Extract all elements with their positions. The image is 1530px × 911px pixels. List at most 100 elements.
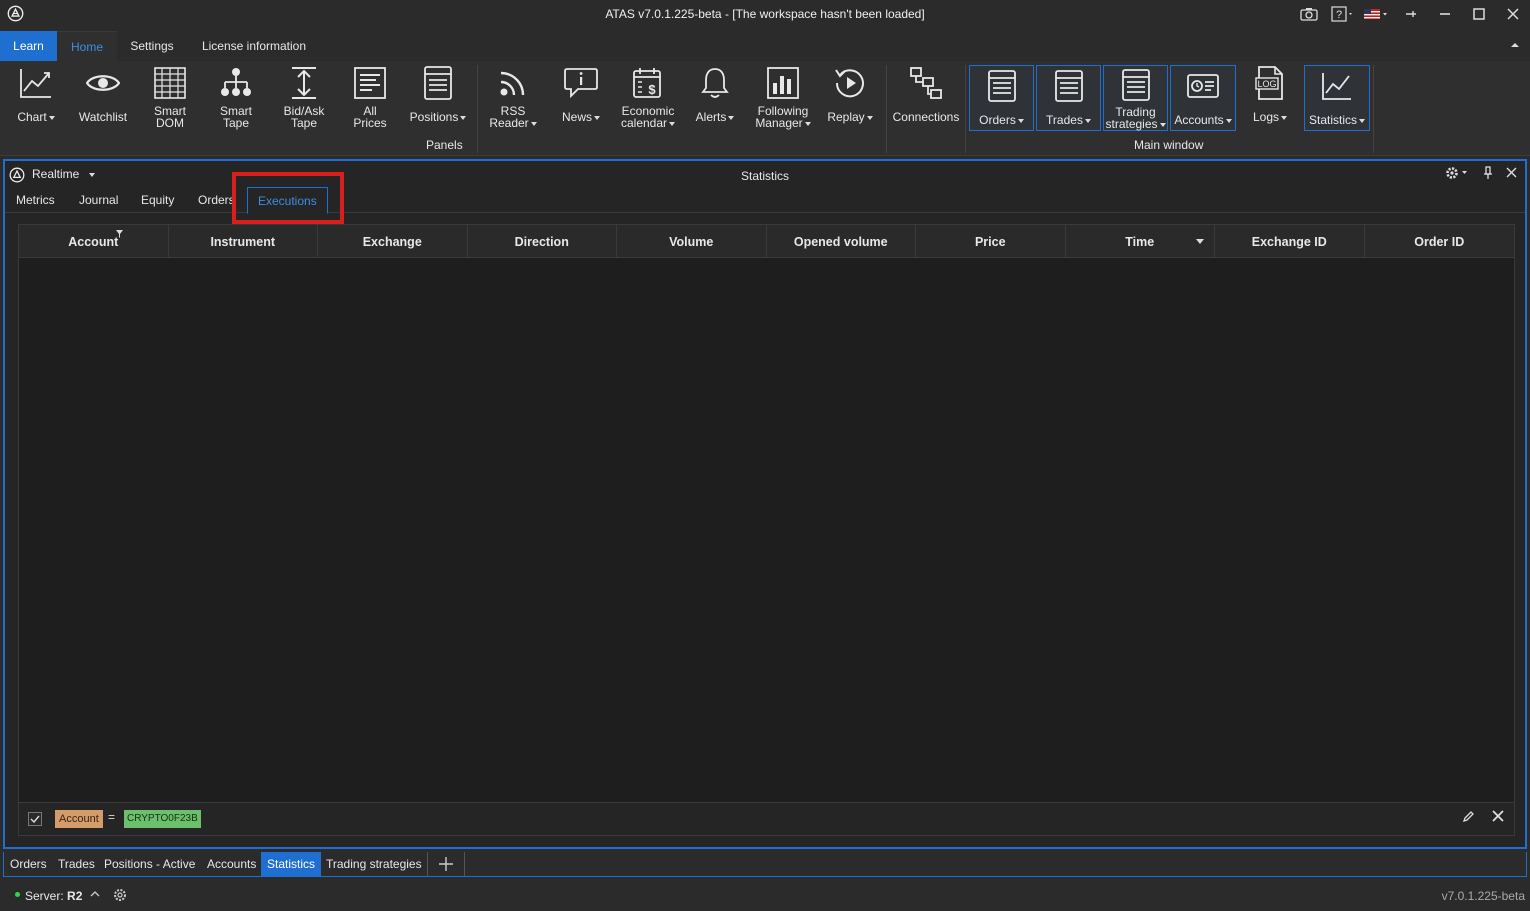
filter-field-chip[interactable]: Account xyxy=(55,810,103,828)
dock-tab-accounts[interactable]: Accounts xyxy=(203,852,260,876)
chart-button[interactable]: Chart xyxy=(10,63,62,131)
ribbon-separator xyxy=(1373,65,1374,153)
chevron-down-icon xyxy=(1159,122,1166,127)
column-opened-volume[interactable]: Opened volume xyxy=(767,225,916,258)
replay-label: Replay xyxy=(827,110,865,124)
logs-button[interactable]: LOG Logs xyxy=(1244,63,1296,131)
chart-icon xyxy=(16,63,56,103)
chevron-down-icon xyxy=(1225,118,1232,123)
accounts-label: Accounts xyxy=(1174,113,1224,127)
pin-window-icon[interactable] xyxy=(1394,0,1428,28)
economic-calendar-button[interactable]: $ Economic calendar xyxy=(616,63,680,131)
column-price[interactable]: Price xyxy=(916,225,1066,258)
watchlist-button[interactable]: Watchlist xyxy=(76,63,130,131)
tab-license-information[interactable]: License information xyxy=(195,31,313,61)
tab-equity[interactable]: Equity xyxy=(141,193,174,207)
following-manager-button[interactable]: Following Manager xyxy=(750,63,816,131)
accounts-button[interactable]: Accounts xyxy=(1170,65,1236,131)
tab-executions[interactable]: Executions xyxy=(247,187,328,214)
tab-home[interactable]: Home xyxy=(57,31,117,61)
trades-button[interactable]: Trades xyxy=(1036,65,1101,131)
chevron-down-icon xyxy=(669,121,676,126)
column-time[interactable]: Time xyxy=(1066,225,1215,258)
dock-tab-orders[interactable]: Orders xyxy=(6,852,51,876)
column-account[interactable]: Account xyxy=(19,225,169,258)
line-chart-icon xyxy=(1317,66,1357,106)
server-value: R2 xyxy=(67,889,83,903)
status-settings-gear-icon[interactable] xyxy=(113,888,127,905)
filter-value-chip[interactable]: CRYPTO0F23B xyxy=(124,810,201,828)
account-card-icon xyxy=(1183,66,1223,106)
rss-reader-button[interactable]: RSS Reader xyxy=(486,63,540,131)
tab-journal[interactable]: Journal xyxy=(79,193,118,207)
statistics-panel: Realtime Statistics Metrics Journal Equi… xyxy=(3,159,1527,849)
edit-filter-icon[interactable] xyxy=(1462,811,1474,826)
minimize-icon[interactable] xyxy=(1428,0,1462,28)
column-order-id[interactable]: Order ID xyxy=(1365,225,1515,258)
plus-icon xyxy=(439,857,453,871)
chevron-up-icon[interactable] xyxy=(90,888,100,900)
connections-button[interactable]: Connections xyxy=(890,63,962,131)
chevron-down-icon xyxy=(1281,115,1288,120)
ribbon-separator xyxy=(477,65,478,153)
add-tab-button[interactable] xyxy=(427,852,465,876)
news-button[interactable]: News xyxy=(556,63,606,131)
svg-text:$: $ xyxy=(648,82,656,97)
filter-enabled-checkbox[interactable] xyxy=(28,812,42,826)
chevron-down-icon xyxy=(594,115,600,120)
clear-filter-icon[interactable] xyxy=(1492,809,1504,826)
column-exchange-id[interactable]: Exchange ID xyxy=(1215,225,1365,258)
dock-tab-statistics[interactable]: Statistics xyxy=(261,852,322,876)
bid-ask-tape-button[interactable]: Bid/Ask Tape xyxy=(278,63,330,131)
column-direction[interactable]: Direction xyxy=(468,225,617,258)
watchlist-label: Watchlist xyxy=(78,110,128,124)
alerts-button[interactable]: Alerts xyxy=(690,63,740,131)
tab-learn[interactable]: Learn xyxy=(0,31,57,61)
smart-tape-button[interactable]: Smart Tape xyxy=(210,63,262,131)
alerts-label: Alerts xyxy=(695,110,727,124)
connection-status-dot-icon xyxy=(15,892,20,897)
maximize-icon[interactable] xyxy=(1462,0,1496,28)
orders-button[interactable]: Orders xyxy=(969,65,1034,131)
network-icon xyxy=(906,63,946,103)
dock-tab-trades[interactable]: Trades xyxy=(54,852,99,876)
connections-label: Connections xyxy=(892,110,960,124)
close-window-icon[interactable] xyxy=(1496,0,1530,28)
dock-tab-trading-strategies[interactable]: Trading strategies xyxy=(322,852,426,876)
filter-bar: Account = CRYPTO0F23B xyxy=(19,802,1514,835)
dock-tab-positions-active[interactable]: Positions - Active xyxy=(100,852,199,876)
trading-strategies-button[interactable]: Trading strategies xyxy=(1103,65,1168,131)
collapse-ribbon-icon[interactable] xyxy=(1510,40,1520,50)
chevron-down-icon xyxy=(48,115,55,120)
column-exchange[interactable]: Exchange xyxy=(318,225,468,258)
column-instrument[interactable]: Instrument xyxy=(169,225,318,258)
settings-gear-icon[interactable] xyxy=(1445,166,1469,183)
server-label: Server: xyxy=(25,889,64,903)
help-icon[interactable]: ? xyxy=(1326,0,1360,28)
server-status[interactable]: Server: R2 xyxy=(25,889,82,903)
column-volume[interactable]: Volume xyxy=(617,225,767,258)
filter-funnel-icon[interactable] xyxy=(116,230,123,240)
rss-label-2: Reader xyxy=(489,116,529,130)
screenshot-icon[interactable] xyxy=(1292,0,1326,28)
ribbon-tab-bar: Learn Home Settings License information xyxy=(0,31,1530,61)
pin-icon[interactable] xyxy=(1483,166,1493,183)
tab-settings[interactable]: Settings xyxy=(120,31,184,61)
close-panel-icon[interactable] xyxy=(1506,166,1517,181)
statistics-button[interactable]: Statistics xyxy=(1304,65,1370,131)
language-flag-icon[interactable] xyxy=(1360,0,1394,28)
chevron-down-icon xyxy=(804,121,811,126)
log-badge-text: LOG xyxy=(1257,79,1276,89)
all-prices-button[interactable]: All Prices xyxy=(344,63,396,131)
chevron-down-icon xyxy=(1084,118,1091,123)
positions-button[interactable]: Positions xyxy=(406,63,470,131)
filter-operator[interactable]: = xyxy=(108,810,115,824)
replay-button[interactable]: Replay xyxy=(824,63,876,131)
tab-orders[interactable]: Orders xyxy=(198,193,235,207)
strategies-label-2: strategies xyxy=(1105,117,1158,131)
smart-dom-button[interactable]: Smart DOM xyxy=(144,63,196,131)
executions-grid: Account Instrument Exchange Direction Vo… xyxy=(18,224,1515,836)
column-account-label: Account xyxy=(68,234,119,249)
ribbon-separator xyxy=(965,65,966,153)
tab-metrics[interactable]: Metrics xyxy=(16,193,55,207)
